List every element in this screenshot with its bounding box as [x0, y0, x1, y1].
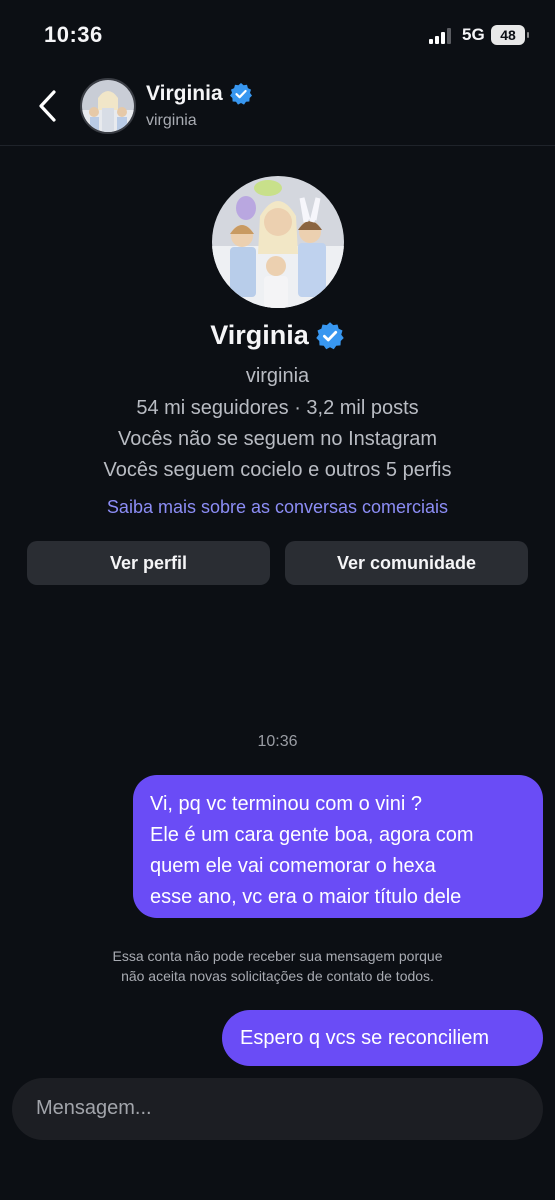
message-line: Ele é um cara gente boa, agora com [150, 824, 474, 846]
sent-message-bubble[interactable]: Espero q vcs se reconciliem [222, 1010, 543, 1066]
status-bar: 10:36 5G 48 [0, 0, 555, 70]
message-line: Vi, pq vc terminou com o vini ? [150, 793, 422, 815]
chat-screen: 10:36 5G 48 Virginia virginia Virginia v… [0, 0, 555, 1200]
message-line: quem ele vai comemorar o hexa [150, 855, 436, 877]
view-profile-button[interactable]: Ver perfil [27, 541, 270, 585]
business-conversations-link[interactable]: Saiba mais sobre as conversas comerciais [0, 497, 555, 518]
chevron-left-icon [39, 90, 56, 122]
header-name-row[interactable]: Virginia [146, 82, 253, 106]
status-time: 10:36 [44, 22, 103, 47]
message-line: esse ano, vc era o maior título dele [150, 886, 462, 908]
notice-line: não aceita novas solicitações de contato… [121, 968, 434, 984]
profile-name-row: Virginia [0, 320, 555, 351]
chat-header: Virginia virginia [0, 70, 555, 146]
back-button[interactable] [30, 84, 64, 128]
sent-message-bubble[interactable]: Vi, pq vc terminou com o vini ? Ele é um… [133, 775, 543, 918]
header-name: Virginia [146, 82, 223, 105]
header-handle: virginia [146, 112, 197, 129]
delivery-notice: Essa conta não pode receber sua mensagem… [0, 946, 555, 986]
mutual-follows: Vocês seguem cocielo e outros 5 perfis [103, 459, 452, 481]
verified-badge-icon [229, 83, 252, 105]
profile-handle: virginia [245, 365, 310, 387]
network-type: 5G [462, 25, 485, 44]
message-timestamp: 10:36 [257, 733, 298, 750]
profile-avatar[interactable] [212, 176, 344, 308]
view-community-button[interactable]: Ver comunidade [285, 541, 528, 585]
message-input[interactable]: Mensagem... [12, 1078, 543, 1140]
battery-level: 48 [500, 27, 516, 43]
message-input-placeholder: Mensagem... [36, 1097, 152, 1119]
battery-icon: 48 [491, 25, 529, 45]
signal-icon [429, 28, 455, 44]
profile-stats: 54 mi seguidores · 3,2 mil posts [136, 397, 419, 419]
verified-badge-icon [316, 321, 344, 349]
follow-status: Vocês não se seguem no Instagram [117, 428, 438, 450]
profile-name: Virginia [210, 320, 309, 350]
header-avatar[interactable] [80, 78, 136, 134]
notice-line: Essa conta não pode receber sua mensagem… [112, 948, 443, 964]
